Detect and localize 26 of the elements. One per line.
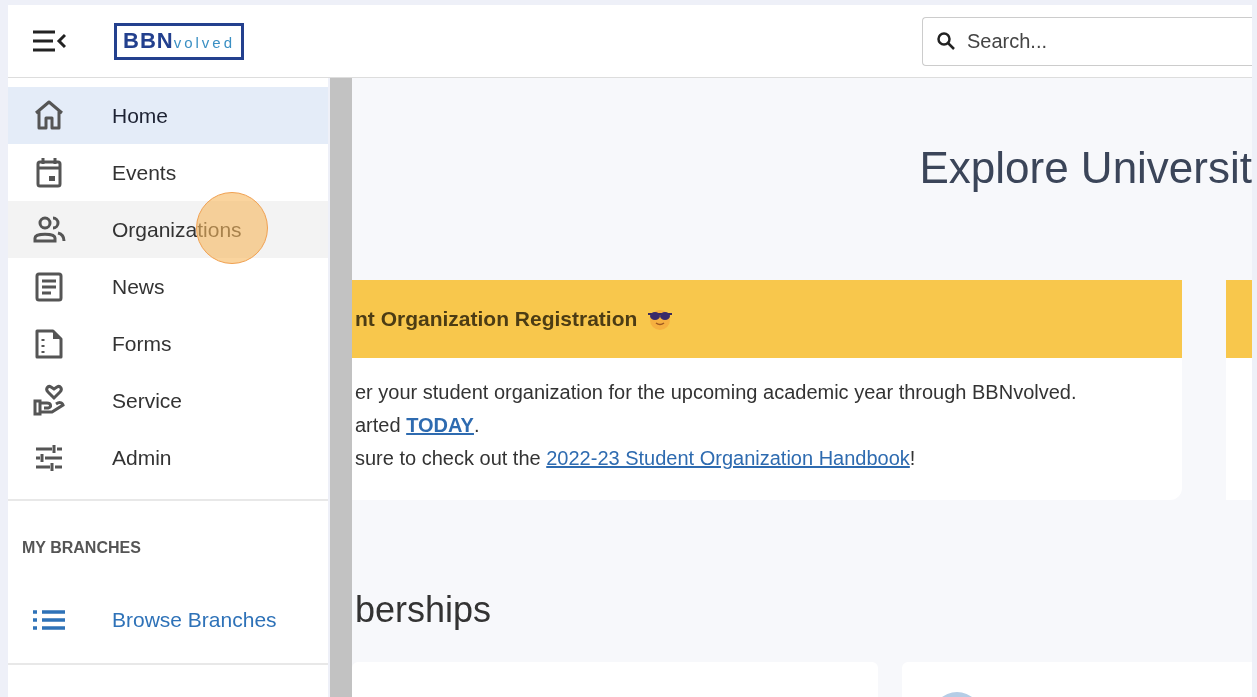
section-heading: MY BRANCHES xyxy=(22,539,141,557)
logo-text: BBNvolved xyxy=(123,28,236,54)
page-title: Explore Universit xyxy=(919,142,1252,194)
nav-item[interactable]: Events xyxy=(8,144,328,201)
link[interactable]: 2022-23 Student Organization Handbook xyxy=(546,447,910,469)
announcement-text: sure to check out the 2022-23 Student Organization Handbook! xyxy=(355,446,917,471)
announcement-text: arted TODAY. xyxy=(355,413,481,438)
scrollbar[interactable] xyxy=(330,78,352,697)
search-icon xyxy=(937,32,955,50)
logo[interactable]: BBNvolved xyxy=(114,22,245,60)
nav-item[interactable]: Service xyxy=(8,372,328,429)
announcement-text: er your student organization for the upcoming academic year through BBNvolved. xyxy=(355,380,1078,405)
browse-branches-link[interactable]: Browse Branches xyxy=(8,595,328,645)
hand-heart-icon xyxy=(32,383,66,418)
nav-item[interactable]: Admin xyxy=(8,429,328,486)
announcement-title: nt Organization Registration xyxy=(355,307,638,331)
link[interactable]: TODAY xyxy=(406,414,474,436)
nav-item[interactable]: Home xyxy=(8,87,328,144)
list-icon xyxy=(32,609,66,631)
nav-item[interactable]: News xyxy=(8,258,328,315)
section-heading: berships xyxy=(355,588,492,632)
home-icon xyxy=(32,98,66,133)
sunglasses-emoji-icon xyxy=(647,308,674,330)
menu-collapse-icon[interactable] xyxy=(33,30,66,52)
nav-item[interactable]: Forms xyxy=(8,315,328,372)
search-bar[interactable]: Search... xyxy=(922,16,1252,66)
